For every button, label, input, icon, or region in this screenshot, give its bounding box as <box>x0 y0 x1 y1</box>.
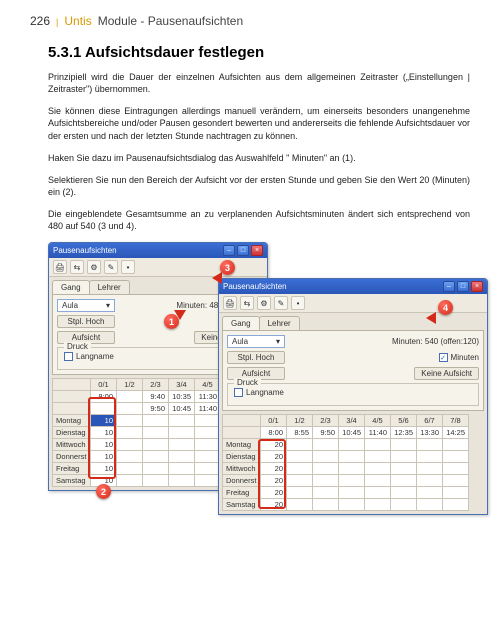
druck-legend: Druck <box>64 342 91 351</box>
stpl-hoch-button[interactable]: Stpl. Hoch <box>57 315 115 328</box>
maximize-button[interactable]: □ <box>457 281 469 292</box>
module-label: Module - Pausenaufsichten <box>98 14 243 28</box>
paragraph: Prinzipiell wird die Dauer der einzelnen… <box>48 71 470 95</box>
toolbar-icon[interactable]: ⚙ <box>87 260 101 274</box>
close-button[interactable]: × <box>471 281 483 292</box>
titlebar[interactable]: Pausenaufsichten – □ × <box>49 243 267 258</box>
paragraph: Selektieren Sie nun den Bereich der Aufs… <box>48 174 470 198</box>
page-header: 226 | Untis Module - Pausenaufsichten <box>30 14 470 28</box>
toolbar-icon[interactable]: 🖨 <box>53 260 67 274</box>
paragraph: Haken Sie dazu im Pausenaufsichtsdialog … <box>48 152 470 164</box>
maximize-button[interactable]: □ <box>237 245 249 256</box>
toolbar-icon[interactable]: ⚙ <box>257 296 271 310</box>
highlight-box-values-right <box>258 439 286 509</box>
toolbar-icon[interactable]: ✎ <box>274 296 288 310</box>
section-title: 5.3.1 Aufsichtsdauer festlegen <box>48 44 470 61</box>
druck-legend: Druck <box>234 378 261 387</box>
callout-arrow-icon <box>212 272 222 284</box>
titlebar[interactable]: Pausenaufsichten – □ × <box>219 279 487 294</box>
paragraph: Die eingeblendete Gesamtsumme an zu verp… <box>48 208 470 232</box>
toolbar-icon[interactable]: ⇆ <box>70 260 84 274</box>
brand-name: Untis <box>64 14 91 28</box>
toolbar-icon[interactable]: • <box>291 296 305 310</box>
page-number: 226 <box>30 14 50 28</box>
toolbar-icon[interactable]: ⇆ <box>240 296 254 310</box>
minimize-button[interactable]: – <box>223 245 235 256</box>
header-divider: | <box>56 17 58 27</box>
chevron-down-icon: ▾ <box>276 337 280 346</box>
close-button[interactable]: × <box>251 245 263 256</box>
druck-fieldset: Druck Langname <box>227 383 479 406</box>
callout-arrow-icon <box>426 312 436 324</box>
toolbar-icon[interactable]: ✎ <box>104 260 118 274</box>
tab-bar: Gang Lehrer <box>219 313 487 330</box>
stpl-hoch-button[interactable]: Stpl. Hoch <box>227 351 285 364</box>
gang-dropdown[interactable]: Aula▾ <box>57 299 115 312</box>
tab-gang[interactable]: Gang <box>52 280 90 294</box>
gang-dropdown[interactable]: Aula▾ <box>227 335 285 348</box>
tab-lehrer[interactable]: Lehrer <box>259 316 300 330</box>
minimize-button[interactable]: – <box>443 281 455 292</box>
tab-gang[interactable]: Gang <box>222 316 260 330</box>
keine-aufsicht-button[interactable]: Keine Aufsicht <box>414 367 479 380</box>
minuten-checkbox[interactable]: ✓Minuten <box>439 353 479 362</box>
tab-lehrer[interactable]: Lehrer <box>89 280 130 294</box>
toolbar-icon[interactable]: 🖨 <box>223 296 237 310</box>
toolbar-icon[interactable]: • <box>121 260 135 274</box>
langname-checkbox[interactable]: Langname <box>234 388 284 397</box>
callout-2: 2 <box>96 484 111 499</box>
window-title: Pausenaufsichten <box>53 246 221 255</box>
langname-checkbox[interactable]: Langname <box>64 352 114 361</box>
paragraph: Sie können diese Eintragungen allerdings… <box>48 105 470 141</box>
figure-area: Pausenaufsichten – □ × 🖨 ⇆ ⚙ ✎ • Gang Le… <box>48 242 470 542</box>
chevron-down-icon: ▾ <box>106 301 110 310</box>
highlight-box-values-left <box>88 397 116 479</box>
minutes-label: Minuten: 540 (offen:120) <box>392 337 479 346</box>
settings-panel: Aula▾ Minuten: 540 (offen:120) Stpl. Hoc… <box>222 330 484 411</box>
window-title: Pausenaufsichten <box>223 282 441 291</box>
